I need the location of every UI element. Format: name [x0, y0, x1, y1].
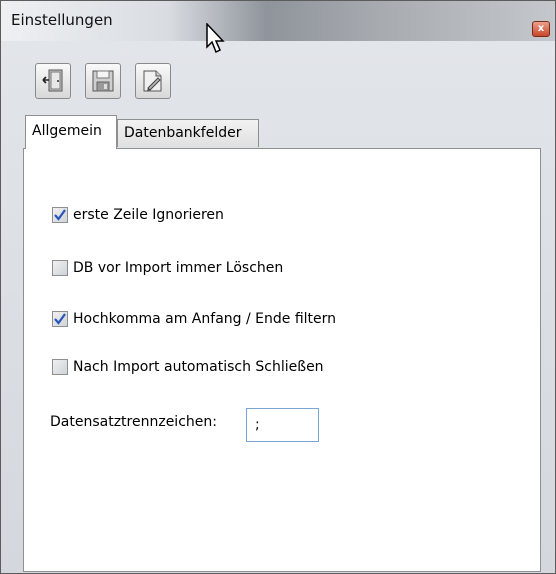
exit-door-icon — [42, 69, 63, 92]
edit-document-icon — [143, 70, 162, 92]
checkmark-icon — [54, 313, 66, 325]
checkbox-auto-close[interactable] — [52, 359, 68, 375]
settings-window: Einstellungen x Allgemein Datenbankfelde… — [0, 0, 556, 574]
edit-button[interactable] — [135, 63, 171, 99]
mouse-cursor-icon — [206, 23, 225, 54]
tab-allgemein[interactable]: Allgemein — [25, 115, 117, 149]
separator-input[interactable] — [246, 408, 319, 442]
title-bar[interactable]: Einstellungen x — [1, 1, 555, 41]
checkbox-first-row-ignore[interactable] — [52, 207, 68, 223]
checkmark-icon — [54, 209, 66, 221]
window-title: Einstellungen — [11, 11, 113, 29]
checkbox-filter-quotes[interactable] — [52, 311, 68, 327]
option-label: erste Zeile Ignorieren — [73, 207, 224, 223]
tab-panel-allgemein: erste Zeile Ignorieren DB vor Import imm… — [23, 148, 541, 572]
exit-button[interactable] — [35, 63, 71, 99]
checkbox-clear-db[interactable] — [52, 260, 68, 276]
separator-label: Datensatztrennzeichen: — [50, 414, 217, 430]
option-label: Hochkomma am Anfang / Ende filtern — [73, 311, 337, 327]
close-icon: x — [537, 23, 545, 34]
close-button[interactable]: x — [532, 21, 550, 37]
save-disk-icon — [92, 70, 114, 92]
option-label: Nach Import automatisch Schließen — [73, 359, 324, 375]
save-button[interactable] — [85, 63, 121, 99]
tab-datenbankfelder[interactable]: Datenbankfelder — [117, 119, 259, 147]
option-label: DB vor Import immer Löschen — [73, 260, 284, 276]
